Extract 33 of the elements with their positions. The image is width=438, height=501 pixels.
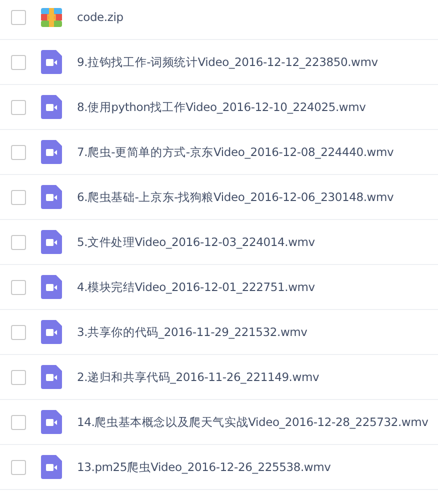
file-name[interactable]: 3.共享你的代码_2016-11-29_221532.wmv xyxy=(77,324,308,340)
checkbox[interactable] xyxy=(11,370,26,384)
video-file-icon xyxy=(41,230,62,254)
file-name[interactable]: 7.爬虫-更简单的方式-京东Video_2016-12-08_224440.wmv xyxy=(77,144,394,160)
file-name[interactable]: 8.使用python找工作Video_2016-12-10_224025.wmv xyxy=(77,100,366,114)
video-file-icon xyxy=(41,95,62,119)
file-name[interactable]: 4.模块完结Video_2016-12-01_222751.wmv xyxy=(77,280,315,294)
checkbox[interactable] xyxy=(11,280,26,294)
video-file-icon xyxy=(41,410,62,434)
checkbox[interactable] xyxy=(11,54,26,70)
checkbox[interactable] xyxy=(11,234,26,250)
video-file-icon xyxy=(41,275,62,299)
checkbox[interactable] xyxy=(11,144,26,160)
file-name[interactable]: 14.爬虫基本概念以及爬天气实战Video_2016-12-28_225732.wmv xyxy=(77,414,428,430)
video-file-icon xyxy=(41,185,62,209)
checkbox[interactable] xyxy=(11,460,26,474)
checkbox[interactable] xyxy=(11,414,26,430)
checkbox[interactable] xyxy=(11,324,26,340)
checkbox[interactable] xyxy=(11,10,26,24)
archive-icon xyxy=(41,8,62,26)
checkbox[interactable] xyxy=(11,100,26,114)
file-name[interactable]: 13.pm25爬虫Video_2016-12-26_225538.wmv xyxy=(77,460,331,474)
file-name[interactable]: 5.文件处理Video_2016-12-03_224014.wmv xyxy=(77,234,315,250)
video-file-icon xyxy=(41,140,62,164)
file-name[interactable]: code.zip xyxy=(77,10,124,24)
video-file-icon xyxy=(41,50,62,74)
video-file-icon xyxy=(41,320,62,344)
video-file-icon xyxy=(41,365,62,389)
video-file-icon xyxy=(41,455,62,479)
file-name[interactable]: 2.递归和共享代码_2016-11-26_221149.wmv xyxy=(77,370,320,384)
checkbox[interactable] xyxy=(11,190,26,204)
file-name[interactable]: 9.拉钩找工作-词频统计Video_2016-12-12_223850.wmv xyxy=(77,54,378,70)
file-name[interactable]: 6.爬虫基础-上京东-找狗粮Video_2016-12-06_230148.wmv xyxy=(77,190,394,204)
